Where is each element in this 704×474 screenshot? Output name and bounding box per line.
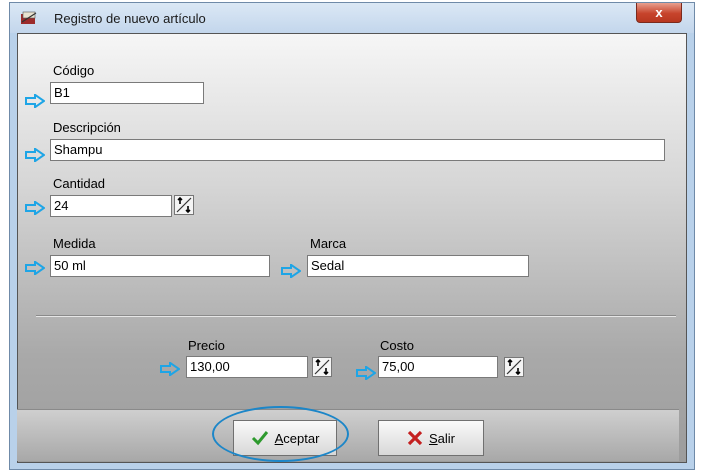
- marca-label: Marca: [310, 236, 347, 251]
- cantidad-label: Cantidad: [53, 176, 106, 191]
- salir-label: Salir: [428, 430, 455, 446]
- close-button[interactable]: x: [636, 3, 682, 23]
- section-divider: [36, 315, 676, 317]
- costo-field[interactable]: 75,00: [378, 356, 498, 378]
- medida-field[interactable]: 50 ml: [50, 255, 270, 277]
- codigo-label: Código: [53, 63, 95, 78]
- arrow-right-icon: [160, 362, 180, 376]
- arrow-right-icon: [281, 264, 301, 278]
- precio-label: Precio: [188, 338, 225, 353]
- precio-field[interactable]: 130,00: [186, 356, 308, 378]
- window-title: Registro de nuevo artículo: [54, 11, 206, 26]
- arrow-right-icon: [356, 366, 376, 380]
- x-icon: [407, 430, 423, 446]
- salir-button[interactable]: Salir: [378, 420, 484, 456]
- cantidad-field[interactable]: 24: [50, 195, 172, 217]
- app-icon: [21, 11, 37, 24]
- title-bar[interactable]: Registro de nuevo artículo x: [10, 3, 694, 33]
- arrow-right-icon: [25, 148, 45, 162]
- medida-label: Medida: [53, 236, 96, 251]
- costo-label: Costo: [380, 338, 414, 353]
- spinner-icon[interactable]: [174, 195, 194, 215]
- highlight-oval: [212, 406, 349, 462]
- spinner-icon[interactable]: [312, 357, 332, 377]
- descripcion-label: Descripción: [53, 120, 121, 135]
- dialog-window: Registro de nuevo artículo x: [9, 2, 695, 470]
- spinner-icon[interactable]: [504, 357, 524, 377]
- descripcion-field[interactable]: Shampu: [50, 139, 665, 161]
- arrow-right-icon: [25, 94, 45, 108]
- arrow-right-icon: [25, 201, 45, 215]
- arrow-right-icon: [25, 261, 45, 275]
- codigo-field[interactable]: B1: [50, 82, 204, 104]
- marca-field[interactable]: Sedal: [307, 255, 529, 277]
